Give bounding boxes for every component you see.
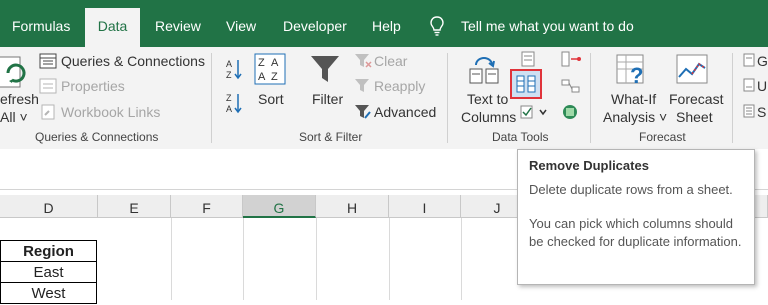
tab-developer[interactable]: Developer [283, 0, 347, 47]
group-label-data-tools: Data Tools [492, 130, 549, 144]
reapply-icon [355, 79, 369, 92]
what-if-label[interactable]: What-If [611, 91, 656, 107]
tab-help[interactable]: Help [372, 0, 401, 47]
group-separator [732, 53, 733, 143]
group-button[interactable]: G [757, 53, 768, 69]
ribbon-tab-bar: Formulas Data Review View Developer Help… [0, 0, 768, 47]
ribbon: efresh All ˅ Queries & Connections Prope… [0, 47, 768, 150]
advanced-filter-icon [355, 105, 371, 119]
sort-icon[interactable]: Z A A Z [254, 53, 286, 85]
tooltip-detail: You can pick which columns should be che… [529, 216, 742, 249]
filter-button[interactable]: Filter [312, 91, 343, 107]
column-header-i[interactable]: I [389, 195, 461, 218]
cell-region-header[interactable]: Region [0, 240, 97, 262]
svg-text:Z: Z [271, 71, 278, 83]
sort-a-z-icon[interactable]: A Z [226, 57, 242, 81]
remove-duplicates-tooltip: Remove Duplicates Delete duplicate rows … [517, 149, 755, 285]
sort-button[interactable]: Sort [258, 91, 284, 107]
what-if-analysis-icon[interactable]: ? [616, 53, 652, 87]
tell-me-search[interactable]: Tell me what you want to do [461, 0, 634, 47]
group-separator [447, 53, 448, 143]
tooltip-title: Remove Duplicates [529, 158, 649, 173]
gridline [171, 218, 172, 300]
sort-z-a-icon[interactable]: Z A [226, 91, 242, 115]
advanced-button[interactable]: Advanced [374, 104, 436, 120]
remove-duplicates-icon[interactable] [510, 69, 542, 99]
text-to-columns-label-2[interactable]: Columns [461, 109, 516, 125]
queries-connections-icon [39, 53, 57, 69]
tooltip-description: Delete duplicate rows from a sheet. [529, 182, 733, 197]
data-validation-icon[interactable] [520, 105, 548, 119]
svg-text:A: A [226, 59, 232, 69]
column-header-f[interactable]: F [171, 195, 243, 218]
text-to-columns-icon[interactable] [468, 53, 502, 87]
workbook-links-button[interactable]: Workbook Links [61, 104, 160, 120]
tab-review[interactable]: Review [155, 0, 201, 47]
svg-text:Z: Z [226, 93, 232, 103]
properties-button[interactable]: Properties [61, 78, 125, 94]
svg-text:A: A [258, 71, 266, 83]
gridline [389, 218, 390, 300]
cell-west[interactable]: West [0, 282, 97, 304]
subtotal-button[interactable]: S [757, 104, 766, 120]
gridline [316, 218, 317, 300]
tab-formulas[interactable]: Formulas [12, 0, 70, 47]
group-separator [211, 53, 212, 143]
tab-data[interactable]: Data [85, 8, 140, 47]
group-separator [590, 53, 591, 143]
lightbulb-icon[interactable] [430, 16, 444, 36]
svg-text:A: A [271, 57, 279, 69]
group-label-forecast: Forecast [639, 130, 686, 144]
group-icon[interactable] [743, 53, 755, 67]
group-label-queries: Queries & Connections [35, 130, 159, 144]
relationships-icon[interactable] [560, 78, 582, 94]
queries-connections-button[interactable]: Queries & Connections [61, 53, 205, 69]
cell-east[interactable]: East [0, 261, 97, 283]
forecast-sheet-label-2[interactable]: Sheet [676, 109, 713, 125]
gridline [461, 218, 462, 300]
workbook-links-icon [41, 104, 55, 120]
group-label-sort-filter: Sort & Filter [299, 130, 363, 144]
ungroup-button[interactable]: U [757, 78, 767, 94]
gridline [243, 218, 244, 300]
properties-icon [39, 78, 57, 94]
filter-icon[interactable] [309, 53, 341, 85]
tab-view[interactable]: View [226, 0, 256, 47]
flash-fill-icon[interactable] [519, 51, 537, 67]
svg-text:A: A [226, 104, 232, 114]
column-header-h[interactable]: H [316, 195, 389, 218]
forecast-sheet-label[interactable]: Forecast [669, 91, 723, 107]
clear-filter-icon [355, 54, 372, 68]
refresh-all-label[interactable]: efresh [0, 91, 39, 107]
refresh-all-dropdown[interactable]: All ˅ [0, 109, 28, 125]
ungroup-icon[interactable] [743, 78, 755, 92]
subtotal-icon[interactable] [743, 104, 755, 118]
what-if-dropdown[interactable]: Analysis ˅ [603, 109, 667, 125]
column-header-d[interactable]: D [0, 195, 98, 218]
reapply-button[interactable]: Reapply [374, 78, 425, 94]
text-to-columns-label[interactable]: Text to [467, 91, 508, 107]
forecast-sheet-icon[interactable] [676, 53, 710, 87]
svg-text:Z: Z [226, 70, 232, 80]
svg-text:?: ? [630, 63, 643, 87]
refresh-all-icon[interactable] [0, 55, 30, 93]
column-header-e[interactable]: E [98, 195, 171, 218]
column-header-g[interactable]: G [243, 195, 316, 218]
manage-data-model-icon[interactable] [561, 104, 579, 120]
clear-button[interactable]: Clear [374, 53, 407, 69]
consolidate-icon[interactable] [560, 51, 582, 67]
svg-text:Z: Z [258, 57, 265, 69]
